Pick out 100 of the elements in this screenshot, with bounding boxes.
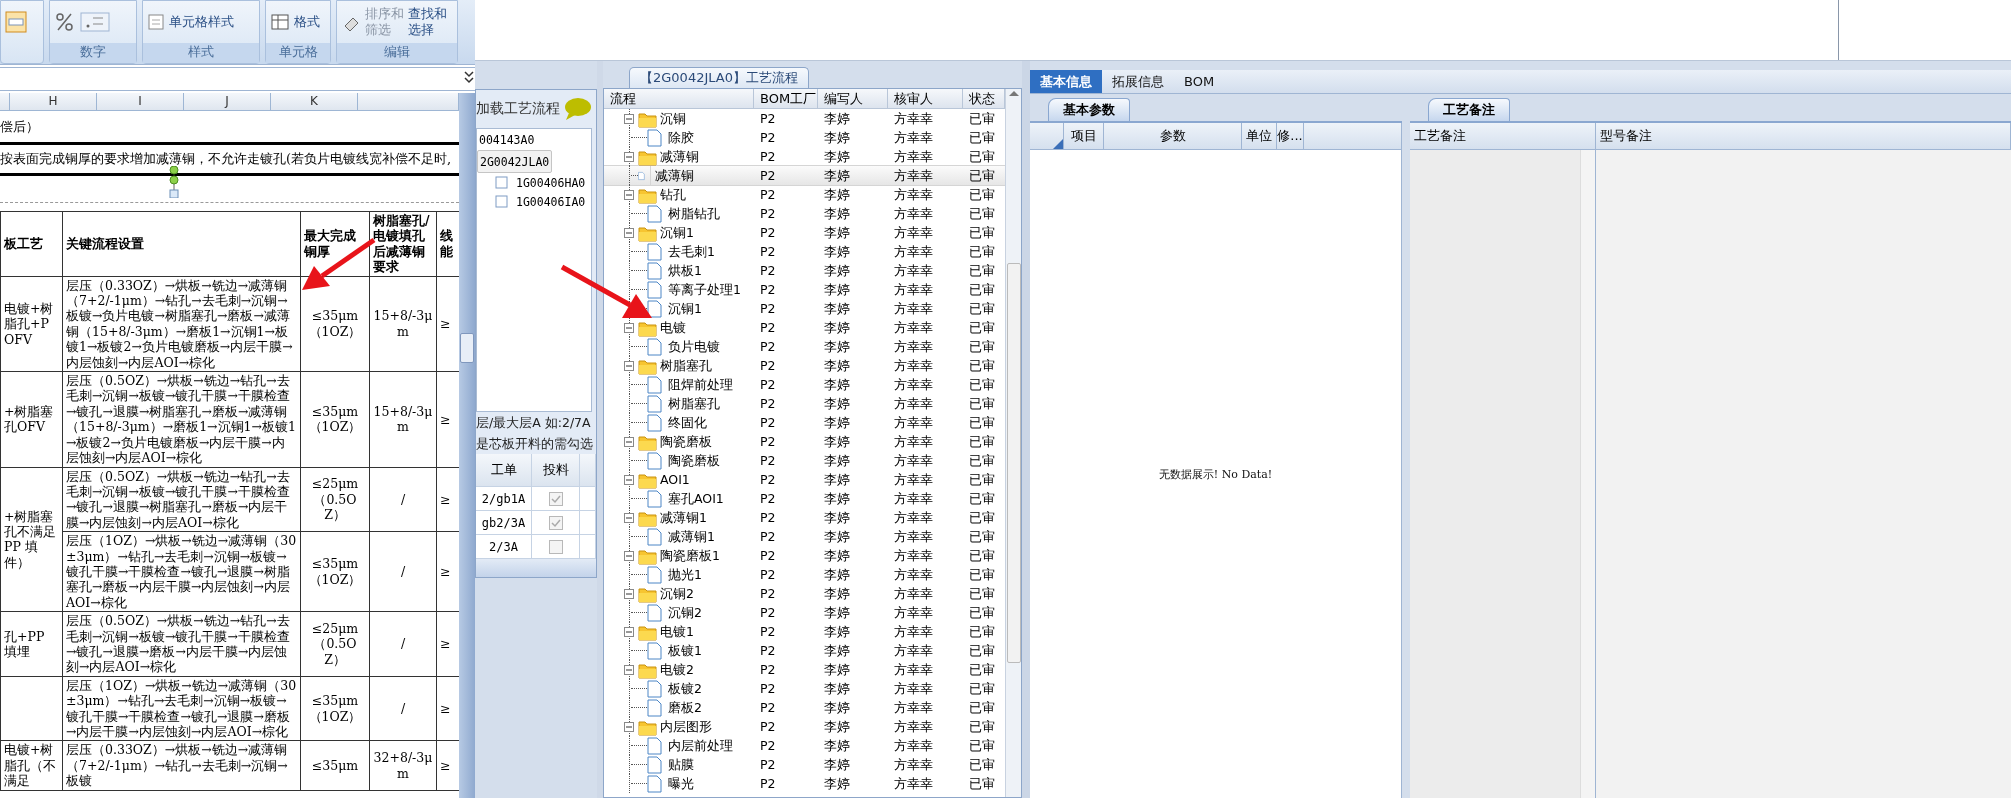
- table-cell-text: 已审: [968, 680, 996, 698]
- ribbon-button[interactable]: 格式: [294, 14, 320, 30]
- table-cell: 层压（0.5OZ）→烘板→铣边→钻孔→去毛刺→沉铜→板镀→镀孔干膜→干膜检查→镀孔→退膜→磨板→内层干膜→内层蚀刻→内层AOI→棕化: [62, 611, 301, 677]
- list-item[interactable]: 1G00406IA0: [514, 191, 588, 212]
- tab[interactable]: 基本信息: [1030, 70, 1102, 93]
- column-header[interactable]: 修...: [1277, 123, 1304, 149]
- tree-item[interactable]: 减薄铜1: [668, 527, 715, 546]
- tree-item[interactable]: 去毛刺1: [668, 242, 715, 261]
- column-header[interactable]: H: [10, 93, 97, 110]
- column-header[interactable]: 工艺备注: [1410, 123, 1596, 149]
- collapse-icon[interactable]: [624, 113, 634, 124]
- column-header[interactable]: 编写人: [818, 89, 888, 108]
- checkbox[interactable]: [548, 515, 563, 530]
- tree-item[interactable]: 负片电镀: [668, 337, 720, 356]
- tree-item[interactable]: 减薄铜: [660, 147, 699, 166]
- list-item[interactable]: 2G0042JLA0: [477, 150, 553, 173]
- tree-item[interactable]: 沉铜: [660, 109, 686, 128]
- table-cell-text: 李婷: [823, 414, 851, 432]
- table-cell-text: P2: [759, 547, 777, 565]
- collapse-icon[interactable]: [624, 512, 634, 523]
- column-header[interactable]: 流程: [604, 89, 754, 108]
- table-cell-text: 方幸幸: [893, 433, 934, 451]
- tree-item[interactable]: 陶瓷磨板: [668, 451, 720, 470]
- tree-item[interactable]: 内层图形: [660, 717, 712, 736]
- tree-item[interactable]: 板镀2: [668, 679, 702, 698]
- column-header[interactable]: 参数: [1104, 123, 1242, 149]
- tree-item[interactable]: 终固化: [668, 413, 707, 432]
- table-cell-text: 方幸幸: [893, 718, 934, 736]
- tree-item[interactable]: 曝光: [668, 774, 694, 793]
- tree-item[interactable]: 除胶: [668, 128, 694, 147]
- panel-tab[interactable]: 工艺备注: [1428, 98, 1510, 121]
- column-header[interactable]: BOM工厂: [754, 89, 818, 108]
- table-cell: ≤25μm （0.5OZ）: [300, 467, 370, 532]
- tree-item[interactable]: 沉铜1: [668, 299, 702, 318]
- tree-item[interactable]: 沉铜2: [668, 603, 702, 622]
- collapse-icon[interactable]: [624, 151, 634, 162]
- tab[interactable]: BOM: [1174, 70, 1225, 93]
- tab[interactable]: 拓展信息: [1102, 70, 1174, 93]
- tree-item[interactable]: 钻孔: [660, 185, 686, 204]
- list-item[interactable]: 004143A0: [477, 129, 537, 150]
- tree-item[interactable]: 磨板2: [668, 698, 702, 717]
- column-header[interactable]: 核审人: [888, 89, 963, 108]
- tree-item[interactable]: 阻焊前处理: [668, 375, 733, 394]
- checkbox[interactable]: [548, 539, 563, 554]
- tree-item[interactable]: 抛光1: [668, 565, 702, 584]
- scrollbar[interactable]: [1580, 150, 1595, 798]
- table-cell: 层压（0.33OZ）→烘板→铣边→减薄铜（7+2/-1μm）→钻孔→去毛刺→沉铜→板镀: [62, 740, 301, 791]
- column-header[interactable]: 项目: [1064, 123, 1104, 149]
- tree-item[interactable]: 陶瓷磨板1: [660, 546, 720, 565]
- scrollbar[interactable]: [459, 93, 475, 798]
- column-header[interactable]: J: [184, 93, 271, 110]
- panel-tab[interactable]: 基本参数: [1048, 98, 1130, 121]
- collapse-icon[interactable]: [624, 664, 634, 675]
- column-header[interactable]: I: [97, 93, 184, 110]
- tree-item[interactable]: 电镀: [660, 318, 686, 337]
- collapse-icon[interactable]: [624, 626, 634, 637]
- table-cell-text: 方幸幸: [893, 737, 934, 755]
- collapse-icon[interactable]: [624, 227, 634, 238]
- tree-item[interactable]: 电镀1: [660, 622, 694, 641]
- tree-item[interactable]: 树脂塞孔: [668, 394, 720, 413]
- collapse-icon[interactable]: [624, 436, 634, 447]
- tree-item[interactable]: 塞孔AOI1: [668, 489, 724, 508]
- tree-item[interactable]: 树脂塞孔: [660, 356, 712, 375]
- column-header[interactable]: 投料: [532, 454, 580, 487]
- tree-item[interactable]: 贴膜: [668, 755, 694, 774]
- table-cell-text: P2: [759, 756, 777, 774]
- checkbox[interactable]: [548, 491, 563, 506]
- collapse-icon[interactable]: [624, 474, 634, 485]
- table-cell-text: 方幸幸: [893, 376, 934, 394]
- panel-tab[interactable]: 【2G0042JLA0】工艺流程: [629, 67, 809, 88]
- list-item[interactable]: 1G00406HA0: [514, 172, 588, 193]
- tree-item[interactable]: 陶瓷磨板: [660, 432, 712, 451]
- column-header[interactable]: 工单: [476, 454, 532, 487]
- tree-item[interactable]: 等离子处理1: [668, 280, 741, 299]
- tree-item[interactable]: 烘板1: [668, 261, 702, 280]
- collapse-icon[interactable]: [624, 360, 634, 371]
- tree-item[interactable]: 电镀2: [660, 660, 694, 679]
- column-header[interactable]: 单位: [1242, 123, 1277, 149]
- collapse-icon[interactable]: [624, 588, 634, 599]
- table-cell: 15+8/-3μm: [369, 371, 437, 467]
- tree-item[interactable]: 板镀1: [668, 641, 702, 660]
- column-header[interactable]: K: [271, 93, 358, 110]
- collapse-icon[interactable]: [624, 721, 634, 732]
- collapse-icon[interactable]: [624, 189, 634, 200]
- ribbon-button[interactable]: 查找和 选择: [408, 6, 447, 38]
- column-header[interactable]: 型号备注: [1596, 123, 2011, 149]
- table-cell-text: 李婷: [823, 528, 851, 546]
- scrollbar[interactable]: [1005, 89, 1021, 797]
- document-icon: [647, 527, 662, 546]
- collapse-icon[interactable]: [624, 550, 634, 561]
- tree-item[interactable]: 树脂钻孔: [668, 204, 720, 223]
- table-cell: 层压（0.5OZ）→烘板→铣边→钻孔→去毛刺→沉铜→板镀→镀孔干膜→干膜检查→镀孔→退膜→树脂塞孔→磨板→减薄铜（15+8/-3μm）→磨板1→沉铜1→板镀1→板镀2→负片电镀磨板→内层干膜→内层蚀刻→内层AOI→棕化: [62, 371, 301, 467]
- table-cell-text: 已审: [968, 167, 996, 185]
- ribbon-button[interactable]: 单元格样式: [169, 14, 234, 30]
- tree-item[interactable]: 内层前处理: [668, 736, 733, 755]
- tree-item[interactable]: 减薄铜1: [660, 508, 707, 527]
- collapse-icon[interactable]: [624, 322, 634, 333]
- tree-item[interactable]: AOI1: [660, 470, 690, 489]
- tree-item[interactable]: 沉铜2: [660, 584, 694, 603]
- tree-item[interactable]: 沉铜1: [660, 223, 694, 242]
